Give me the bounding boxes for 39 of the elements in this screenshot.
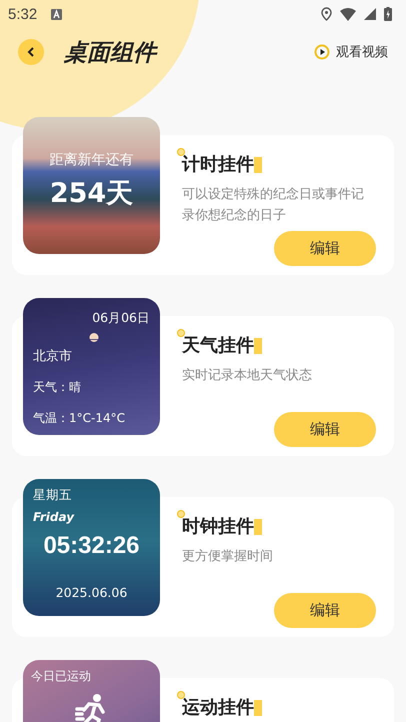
title-highlight (254, 700, 262, 716)
weather-condition: 天气：晴 (33, 379, 82, 396)
edit-button[interactable]: 编辑 (274, 231, 376, 266)
widget-title: 时钟挂件 (182, 516, 254, 537)
widget-description: 可以设定特殊的纪念日或事件记录你想纪念的日子 (182, 186, 364, 225)
page-title: 桌面组件 (64, 38, 156, 68)
notification-icon (51, 8, 62, 20)
widget-description: 更方便掌握时间 (182, 548, 274, 566)
title-highlight (254, 338, 262, 354)
clock-time: 05:32:26 (43, 532, 140, 560)
title-highlight (254, 519, 262, 535)
weather-temperature: 气温：1°C-14°C (33, 410, 126, 427)
weather-date: 06月06日 (92, 310, 150, 327)
title-highlight (254, 157, 262, 173)
title-dot (177, 691, 185, 699)
clock-weekday: 星期五 (33, 487, 73, 504)
back-icon (27, 46, 35, 58)
watch-video-link[interactable]: 观看视频 (336, 43, 388, 61)
widget-title: 天气挂件 (182, 335, 254, 356)
wifi-icon (340, 8, 356, 20)
widget-title: 计时挂件 (182, 154, 254, 175)
clock-date: 2025.06.06 (56, 585, 128, 600)
weather-city: 北京市 (33, 348, 73, 365)
title-dot (177, 329, 185, 337)
edit-button[interactable]: 编辑 (274, 593, 376, 628)
sport-label: 今日已运动 (31, 668, 92, 685)
countdown-value: 254天 (50, 176, 134, 210)
edit-button[interactable]: 编辑 (274, 412, 376, 447)
clock-weekday-english: Friday (33, 510, 76, 524)
countdown-label: 距离新年还有 (50, 150, 134, 168)
widget-title: 运动挂件 (182, 697, 254, 718)
title-dot (177, 510, 185, 518)
location-icon (321, 7, 332, 21)
title-dot (177, 148, 185, 156)
status-time: 5:32 (8, 6, 38, 22)
widget-description: 实时记录本地天气状态 (182, 367, 313, 385)
signal-icon (364, 8, 376, 20)
battery-icon (384, 7, 392, 21)
play-icon[interactable] (314, 44, 330, 60)
